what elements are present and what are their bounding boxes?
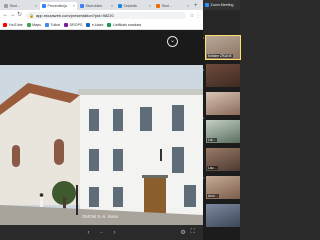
browser-tab-active[interactable]: Prezentācija × — [40, 2, 77, 10]
slide-toolbar: ⚙ ⛶ — [180, 229, 195, 236]
close-icon[interactable]: × — [35, 4, 37, 8]
zoom-title-bar: Zoom Meeting — [203, 0, 240, 10]
bookmark-item[interactable]: YouTube — [3, 23, 23, 27]
chevron-down-icon[interactable]: ⌄ — [167, 36, 178, 47]
bookmark-icon — [107, 23, 112, 27]
participant-name: Lai… — [207, 138, 217, 142]
zoom-title: Zoom Meeting — [210, 3, 234, 7]
participant-name: Kristine ZĪKANE — [207, 54, 233, 58]
browser-tab[interactable]: Ceļvedis × — [116, 2, 153, 10]
menu-icon[interactable]: ⋮ — [195, 13, 201, 19]
zoom-window: Zoom Meeting • • • • Kristine ZĪKANE Lai… — [203, 0, 241, 240]
bookmark-item[interactable]: Tulkot — [44, 23, 61, 27]
next-slide-icon[interactable]: › — [114, 230, 116, 236]
participant-tile[interactable] — [206, 92, 240, 115]
address-bar-row: ← → ↻ 🔒 app.mozaweb.com/presentation?pid… — [0, 10, 203, 21]
close-icon[interactable]: × — [187, 4, 189, 8]
close-icon[interactable]: × — [73, 4, 75, 8]
participant-tile[interactable] — [206, 64, 240, 87]
participant-name: Lau… — [207, 166, 218, 170]
url-field[interactable]: 🔒 app.mozaweb.com/presentation?pid=98220 — [26, 12, 186, 19]
bookmark-item[interactable]: Lielākais saraksts — [107, 23, 141, 27]
forward-icon[interactable]: → — [9, 10, 16, 21]
tab-label: Prezentācija — [47, 4, 67, 8]
bookmarks-bar: YouTube Maps Tulkot DROPS e-klase Lielāk… — [0, 21, 203, 30]
url-text: app.mozaweb.com/presentation?pid=98220 — [35, 13, 114, 18]
participant-tile[interactable]: Lau… — [206, 148, 240, 171]
settings-icon[interactable]: ⚙ — [180, 229, 185, 236]
page-indicator: ⋯ — [99, 230, 104, 235]
lock-icon: 🔒 — [29, 13, 34, 18]
bookmark-item[interactable]: e-klase — [86, 23, 103, 27]
participant-tile[interactable]: Lai… — [206, 120, 240, 143]
bookmark-item[interactable]: Maps — [26, 23, 41, 27]
eklase-icon — [86, 23, 91, 27]
bookmark-item[interactable]: DROPS — [64, 23, 82, 27]
fullscreen-icon[interactable]: ⛶ — [191, 229, 195, 236]
tab-label: Stud… — [161, 4, 173, 8]
tab-label: Stud… — [9, 4, 21, 8]
close-icon[interactable]: × — [111, 4, 113, 8]
participant-tile[interactable]: Kristine ZĪKANE — [205, 35, 241, 60]
tab-favicon-icon — [80, 4, 84, 8]
bookmark-label: e-klase — [91, 23, 104, 27]
browser-tab[interactable]: Stud vides × — [78, 2, 115, 10]
tab-favicon-icon — [118, 4, 122, 8]
youtube-icon — [3, 23, 7, 27]
bookmark-label: Maps — [32, 23, 41, 27]
tab-favicon-icon — [42, 4, 46, 8]
reload-icon[interactable]: ↻ — [16, 10, 23, 21]
slide-controls: ‹ ⋯ › ⚙ ⛶ — [0, 225, 203, 240]
tab-favicon-icon — [4, 4, 8, 8]
slide-caption: OMOM 5.-6. klase — [81, 214, 119, 219]
back-icon[interactable]: ← — [2, 10, 9, 21]
close-icon[interactable]: × — [149, 4, 151, 8]
browser-tab[interactable]: Stud… × — [154, 2, 191, 10]
new-tab-button[interactable]: + — [194, 2, 198, 10]
bookmark-label: DROPS — [69, 23, 83, 27]
zoom-toolbar — [203, 10, 240, 36]
presentation-stage: ⌄ OMOM 5.-6. klase ‹ ⋯ › ⚙ ⛶ — [0, 30, 203, 240]
bookmark-label: Tulkot — [50, 23, 61, 27]
participant-tile[interactable]: Anni… — [206, 176, 240, 199]
browser-tab[interactable]: Stud… × — [2, 2, 39, 10]
translate-icon — [44, 23, 49, 27]
zoom-logo-icon — [205, 3, 209, 7]
browser-window: Stud… × Prezentācija × Stud vides × Ceļvedi… — [0, 0, 203, 240]
tab-favicon-icon — [156, 4, 160, 8]
participant-tile[interactable] — [206, 204, 240, 227]
maps-icon — [26, 23, 31, 27]
tab-label: Stud vides — [85, 4, 102, 8]
tab-label: Ceļvedis — [123, 4, 137, 8]
participant-name: Anni… — [207, 194, 219, 198]
tab-strip: Stud… × Prezentācija × Stud vides × Ceļvedi… — [0, 0, 203, 10]
slide-image — [0, 65, 203, 225]
bookmark-label: Lielākais saraksts — [112, 23, 142, 27]
bookmark-label: YouTube — [8, 23, 23, 27]
previous-slide-icon[interactable]: ‹ — [88, 230, 90, 236]
drops-icon — [64, 23, 69, 27]
